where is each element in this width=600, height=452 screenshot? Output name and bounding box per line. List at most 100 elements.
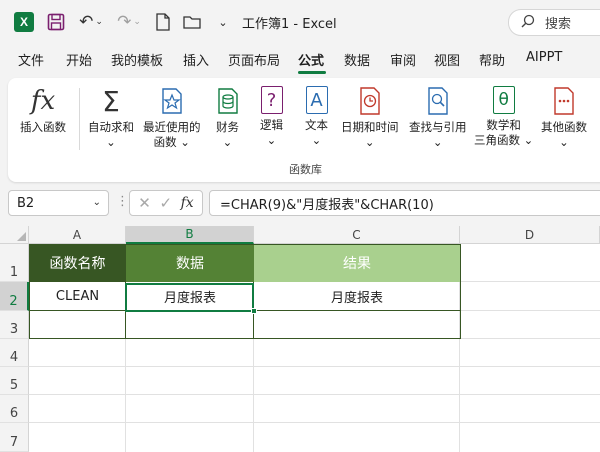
window-title: 工作簿1 - Excel [242,17,337,32]
cell-c2[interactable]: 月度报表 [254,282,460,311]
logical-label: 逻辑 [260,118,283,132]
redo-icon[interactable]: ↷ ⌄ [114,12,144,32]
cell-a2[interactable]: CLEAN [29,282,126,311]
tab-formulas[interactable]: 公式 [298,50,324,69]
insert-function-label: 插入函数 [20,120,66,134]
worksheet: A B C D 1 2 3 4 5 6 7 函数名称 数据 结果 CLEAN 月… [0,226,600,452]
tab-home[interactable]: 开始 [66,50,92,69]
chevron-down-icon[interactable]: ⌄ [93,197,101,208]
row-header-7[interactable]: 7 [0,423,29,452]
row-header-6[interactable]: 6 [0,395,29,423]
chevron-down-icon: ⌄ [106,135,116,149]
chevron-down-icon: ⌄ [311,133,322,147]
tab-file[interactable]: 文件 [18,50,44,69]
more-functions-button[interactable]: 其他函数 ⌄ [541,86,587,150]
formula-tools: ✕ ✓ fx [129,190,203,216]
row-header-2[interactable]: 2 [0,282,29,311]
selected-cell-outline [125,283,254,312]
insert-function-icon[interactable]: fx [181,195,194,211]
math-trig-button[interactable]: θ 数学和 三角函数 ⌄ [474,86,533,148]
open-folder-icon[interactable] [182,12,202,32]
enter-icon[interactable]: ✓ [159,194,172,212]
cell-b3[interactable] [126,311,254,339]
more-functions-icon [553,86,575,116]
excel-logo-icon: X [14,12,34,32]
chevron-down-icon: ⌄ [432,135,443,149]
magnifier-icon [427,86,449,116]
math-trig-label: 数学和 [486,118,521,132]
save-icon[interactable] [46,12,66,32]
date-time-button[interactable]: 日期和时间 ⌄ [341,86,399,150]
row-header-4[interactable]: 4 [0,339,29,367]
select-all-button[interactable] [0,226,29,244]
column-header-b[interactable]: B [126,226,254,244]
autosum-button[interactable]: Σ 自动求和 ⌄ [88,84,134,150]
chevron-down-icon: ⌄ [222,135,233,149]
active-tab-indicator [298,71,326,74]
clock-icon [359,86,381,116]
cell-a1[interactable]: 函数名称 [29,244,126,282]
column-header-c[interactable]: C [254,226,460,244]
date-time-label: 日期和时间 [341,120,399,134]
function-icon: fx [30,86,56,116]
ribbon-separator [79,88,80,150]
column-header-a[interactable]: A [29,226,126,244]
financial-label: 财务 [216,120,239,134]
tab-page-layout[interactable]: 页面布局 [228,50,280,69]
cell-c3[interactable] [254,311,460,339]
name-box-value: B2 [17,195,35,211]
tab-my-templates[interactable]: 我的模板 [111,50,163,69]
drag-handle-icon[interactable]: ⋮ [116,194,129,209]
star-icon [161,86,183,116]
text-a-icon: A [305,86,328,114]
recently-used-label: 最近使用的 [143,120,201,134]
title-bar: X ↶ ⌄ ↷ ⌄ ⌄ 工作簿1 - Excel 搜索 [0,0,600,46]
fill-handle[interactable] [251,308,257,314]
chevron-down-icon: ⌄ [559,135,569,149]
theta-icon: θ [492,86,515,114]
financial-button[interactable]: 财务 ⌄ [216,86,239,150]
search-icon [521,14,535,31]
chevron-down-icon: ⌄ [266,133,277,147]
chevron-down-icon: ⌄ [364,135,375,149]
more-functions-label: 其他函数 [541,120,587,134]
tab-review[interactable]: 审阅 [390,50,416,69]
text-label: 文本 [305,118,328,132]
lookup-reference-label: 查找与引用 [409,120,467,134]
new-file-icon[interactable] [154,12,172,32]
autosum-label: 自动求和 [88,120,134,134]
column-header-d[interactable]: D [460,226,600,244]
name-box[interactable]: B2 ⌄ [8,190,109,216]
tab-insert[interactable]: 插入 [183,50,209,69]
question-icon: ? [260,86,283,114]
row-header-1[interactable]: 1 [0,244,29,282]
tab-view[interactable]: 视图 [434,50,460,69]
tab-aippt[interactable]: AIPPT [526,50,562,65]
ribbon-formulas: fx 插入函数 Σ 自动求和 ⌄ 最近使用的 函数 ⌄ 财务 ⌄ ? 逻辑 ⌄ … [8,78,600,182]
lookup-reference-button[interactable]: 查找与引用 ⌄ [409,86,467,150]
tab-help[interactable]: 帮助 [479,50,505,69]
logical-button[interactable]: ? 逻辑 ⌄ [260,86,283,148]
function-library-group-label: 函数库 [289,163,322,176]
row-header-3[interactable]: 3 [0,311,29,339]
customize-toolbar-icon[interactable]: ⌄ [216,12,230,32]
row-header-5[interactable]: 5 [0,367,29,395]
sigma-icon: Σ [102,84,120,118]
tab-data[interactable]: 数据 [344,50,370,69]
recently-used-button[interactable]: 最近使用的 函数 ⌄ [143,86,201,150]
ribbon-tabs: 文件 开始 我的模板 插入 页面布局 公式 数据 审阅 视图 帮助 AIPPT [0,50,600,74]
search-placeholder: 搜索 [545,17,572,32]
cell-b1[interactable]: 数据 [126,244,254,282]
cancel-icon[interactable]: ✕ [138,194,151,212]
formula-input[interactable]: =CHAR(9)&"月度报表"&CHAR(10) [209,190,600,216]
insert-function-button[interactable]: fx 插入函数 [20,86,66,135]
cell-c1[interactable]: 结果 [254,244,460,282]
math-trig-label-2: 三角函数 ⌄ [474,133,534,147]
formula-bar: B2 ⌄ ⋮ ✕ ✓ fx =CHAR(9)&"月度报表"&CHAR(10) [0,186,600,224]
database-icon [217,86,239,116]
undo-icon[interactable]: ↶ ⌄ [76,12,106,32]
cell-a3[interactable] [29,311,126,339]
search-box[interactable]: 搜索 [508,9,600,36]
text-button[interactable]: A 文本 ⌄ [305,86,328,148]
recently-used-label-2: 函数 ⌄ [153,135,190,149]
